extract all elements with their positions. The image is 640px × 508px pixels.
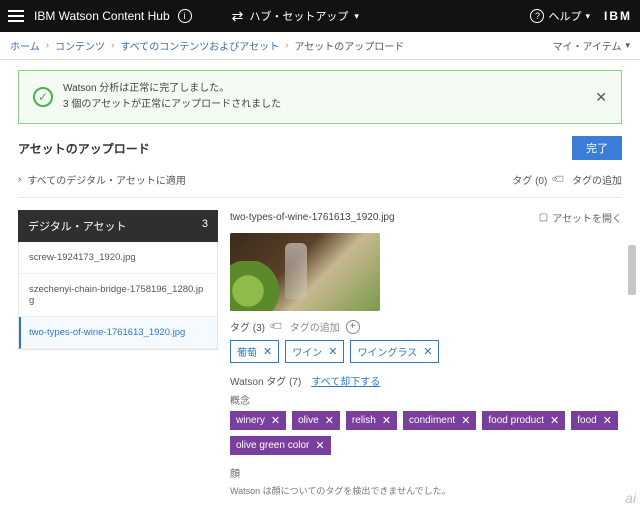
watson-tag-chip[interactable]: condiment✕ [403,411,476,430]
watson-tag-chip[interactable]: food✕ [571,411,618,430]
tag-chip[interactable]: 葡萄✕ [230,340,279,363]
alert-line2: 3 個のアセットが正常にアップロードされました [63,97,281,113]
add-tag-all[interactable]: タグの追加 [572,172,622,187]
check-icon: ✓ [33,87,53,107]
breadcrumb: ホーム › コンテンツ › すべてのコンテンツおよびアセット › アセットのアッ… [0,32,640,60]
remove-tag-icon[interactable]: ✕ [315,439,324,452]
watson-tag-list: winery✕ olive✕ relish✕ condiment✕ food p… [230,411,622,455]
add-tag-input[interactable]: タグの追加 [290,319,340,334]
chevron-down-icon: ▾ [585,11,590,22]
help-icon: ? [530,9,544,23]
chevron-right-icon[interactable]: › [18,174,21,185]
success-alert: ✓ Watson 分析は正常に完了しました。 3 個のアセットが正常にアップロー… [18,70,622,124]
tag-count-all: タグ (0) [512,172,547,187]
hub-setup-menu[interactable]: ⇄ ハブ・セットアップ ▾ [232,8,359,25]
tag-icon: 🏷 [269,318,286,335]
no-detect-note: Watson は顔についてのタグを検出できませんでした。 [230,484,622,497]
remove-tag-icon[interactable]: ✕ [328,345,337,358]
help-menu[interactable]: ? ヘルプ ▾ [530,8,590,24]
tag-chip[interactable]: ワイングラス✕ [350,340,439,363]
info-icon[interactable]: i [178,9,192,23]
help-label: ヘルプ [548,8,581,24]
crumb-content[interactable]: コンテンツ [55,38,105,53]
done-button[interactable]: 完了 [572,136,622,160]
chevron-down-icon: ▾ [354,11,359,22]
ibm-logo: IBM [604,9,632,23]
menu-icon[interactable] [8,10,24,22]
remove-tag-icon[interactable]: ✕ [325,414,334,427]
asset-list: screw-1924173_1920.jpg szechenyi-chain-b… [18,242,218,350]
asset-thumbnail[interactable] [230,233,380,311]
my-items-label: マイ・アイテム [552,38,621,53]
digital-assets-count: 3 [202,218,208,234]
user-tag-list: 葡萄✕ ワイン✕ ワイングラス✕ [230,340,622,363]
chevron-down-icon: ▾ [625,40,630,51]
list-item[interactable]: screw-1924173_1920.jpg [19,242,217,274]
digital-assets-title: デジタル・アセット [28,218,127,234]
detail-filename: two-types-of-wine-1761613_1920.jpg [230,212,395,223]
remove-tag-icon[interactable]: ✕ [271,414,280,427]
watermark: ai [625,490,636,506]
scroll-thumb[interactable] [628,245,636,295]
remove-tag-icon[interactable]: ✕ [603,414,612,427]
open-icon: ▢ [539,212,548,223]
crumb-all-assets[interactable]: すべてのコンテンツおよびアセット [120,38,279,53]
tag-chip[interactable]: ワイン✕ [285,340,344,363]
watson-tag-chip[interactable]: winery✕ [230,411,286,430]
alert-line1: Watson 分析は正常に完了しました。 [63,81,281,97]
tag-count-label: タグ (3) [230,319,265,334]
watson-tag-chip[interactable]: olive green color✕ [230,436,331,455]
swap-icon: ⇄ [232,8,244,25]
remove-tag-icon[interactable]: ✕ [550,414,559,427]
watson-tag-chip[interactable]: food product✕ [482,411,565,430]
watson-tag-label: Watson タグ (7) [230,373,301,388]
digital-assets-header: デジタル・アセット 3 [18,210,218,242]
tag-icon: 🏷 [551,171,568,188]
watson-tag-chip[interactable]: olive✕ [292,411,340,430]
concept-label: 概念 [230,392,622,407]
crumb-current: アセットのアップロード [294,38,404,53]
remove-tag-icon[interactable]: ✕ [263,345,272,358]
list-item[interactable]: two-types-of-wine-1761613_1920.jpg [19,317,217,349]
brand-title: IBM Watson Content Hub [34,9,170,23]
remove-tag-icon[interactable]: ✕ [423,345,432,358]
remove-tag-icon[interactable]: ✕ [382,414,391,427]
open-asset-button[interactable]: ▢ アセットを開く [539,210,622,225]
reject-all-link[interactable]: すべて却下する [311,373,380,388]
remove-tag-icon[interactable]: ✕ [461,414,470,427]
page-title: アセットのアップロード [18,140,150,157]
open-asset-label: アセットを開く [552,210,622,225]
color-label: 顔 [230,465,622,480]
hub-setup-label: ハブ・セットアップ [249,8,348,24]
watson-tag-chip[interactable]: relish✕ [346,411,397,430]
add-tag-button[interactable]: + [346,320,360,334]
scrollbar[interactable] [624,70,638,508]
apply-all-label[interactable]: すべてのデジタル・アセットに適用 [27,172,186,187]
crumb-home[interactable]: ホーム [10,38,40,53]
list-item[interactable]: szechenyi-chain-bridge-1758196_1280.jpg [19,274,217,317]
my-items-menu[interactable]: マイ・アイテム ▾ [552,38,630,53]
alert-close-button[interactable]: ✕ [595,89,607,106]
